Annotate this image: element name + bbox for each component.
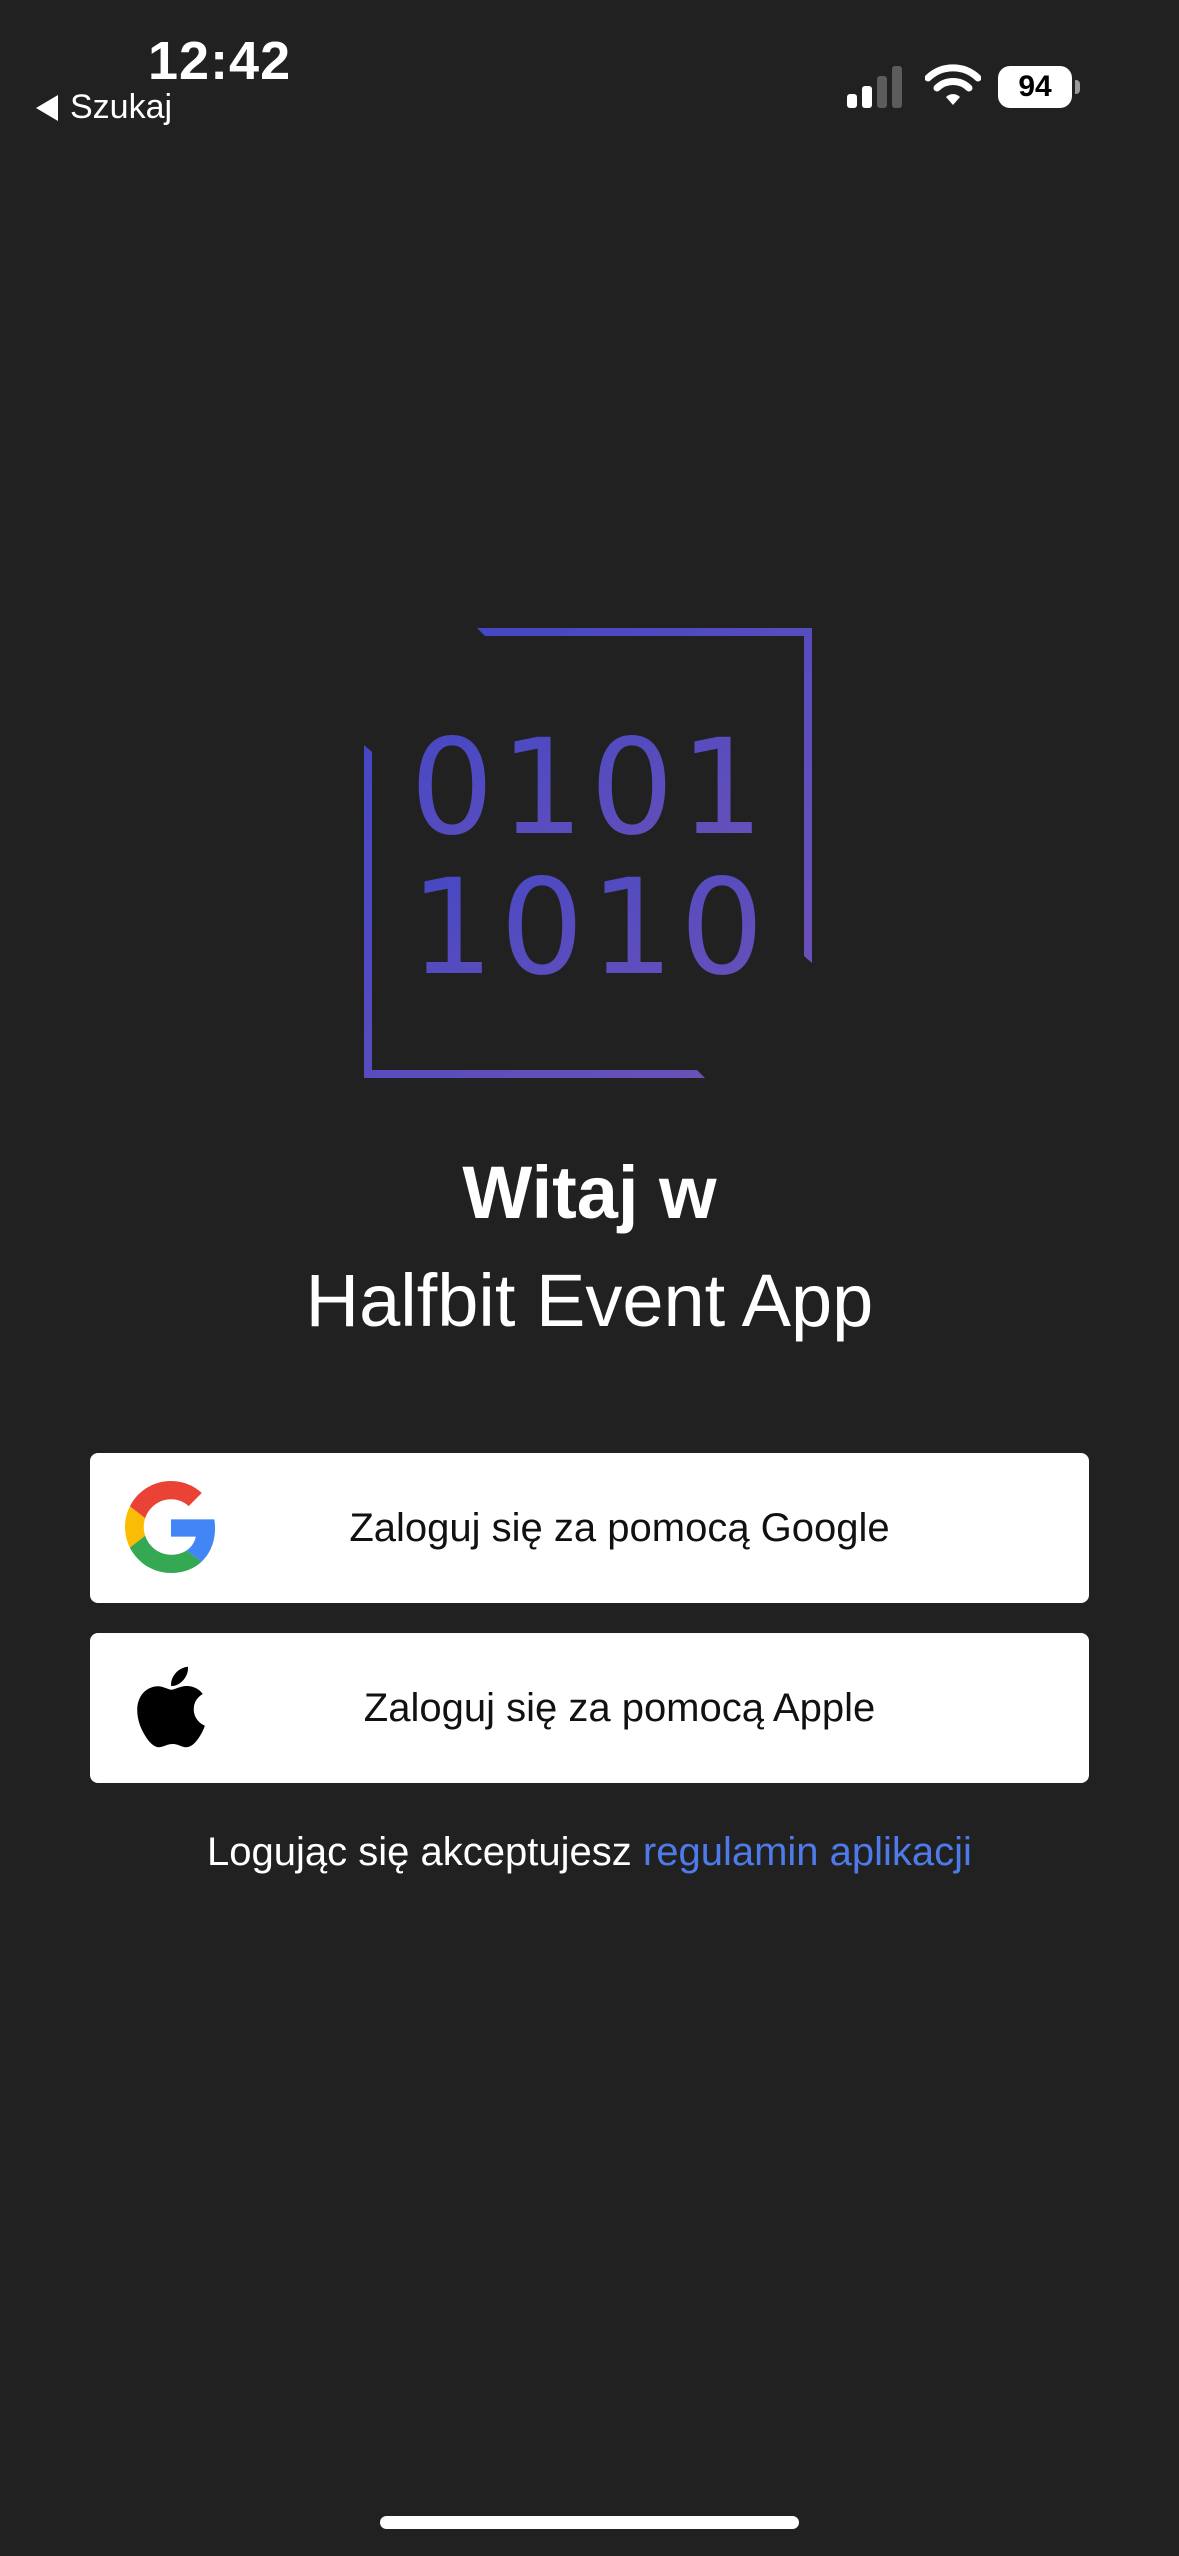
back-label: Szukaj	[70, 88, 173, 126]
battery-icon: 94	[998, 66, 1082, 108]
back-to-search-link[interactable]: Szukaj	[36, 88, 172, 127]
wifi-icon	[925, 64, 981, 105]
back-arrow-icon	[36, 94, 58, 121]
cellular-signal-icon	[847, 66, 902, 108]
google-login-button[interactable]: Zaloguj się za pomocą Google	[90, 1453, 1089, 1603]
google-icon	[125, 1481, 216, 1573]
apple-login-label: Zaloguj się za pomocą Apple	[363, 1685, 876, 1730]
battery-tip	[1075, 80, 1080, 94]
battery-level: 94	[998, 66, 1072, 108]
halfbit-logo: 0101 1010	[364, 628, 812, 1078]
terms-link[interactable]: regulamin aplikacji	[643, 1830, 972, 1874]
terms-prefix: Logując się akceptujesz	[207, 1830, 632, 1874]
terms-notice: Logując się akceptujesz regulamin aplika…	[0, 1830, 1179, 1875]
apple-icon	[137, 1666, 205, 1748]
welcome-title: Witaj w	[462, 1151, 717, 1234]
app-name: Halfbit Event App	[305, 1259, 874, 1342]
google-login-label: Zaloguj się za pomocą Google	[349, 1505, 890, 1550]
logo-binary-line-2: 1010	[410, 851, 770, 1005]
logo-binary-line-1: 0101	[410, 711, 770, 865]
status-time: 12:42	[148, 31, 292, 91]
home-indicator[interactable]	[380, 2516, 799, 2529]
apple-login-button[interactable]: Zaloguj się za pomocą Apple	[90, 1633, 1089, 1783]
